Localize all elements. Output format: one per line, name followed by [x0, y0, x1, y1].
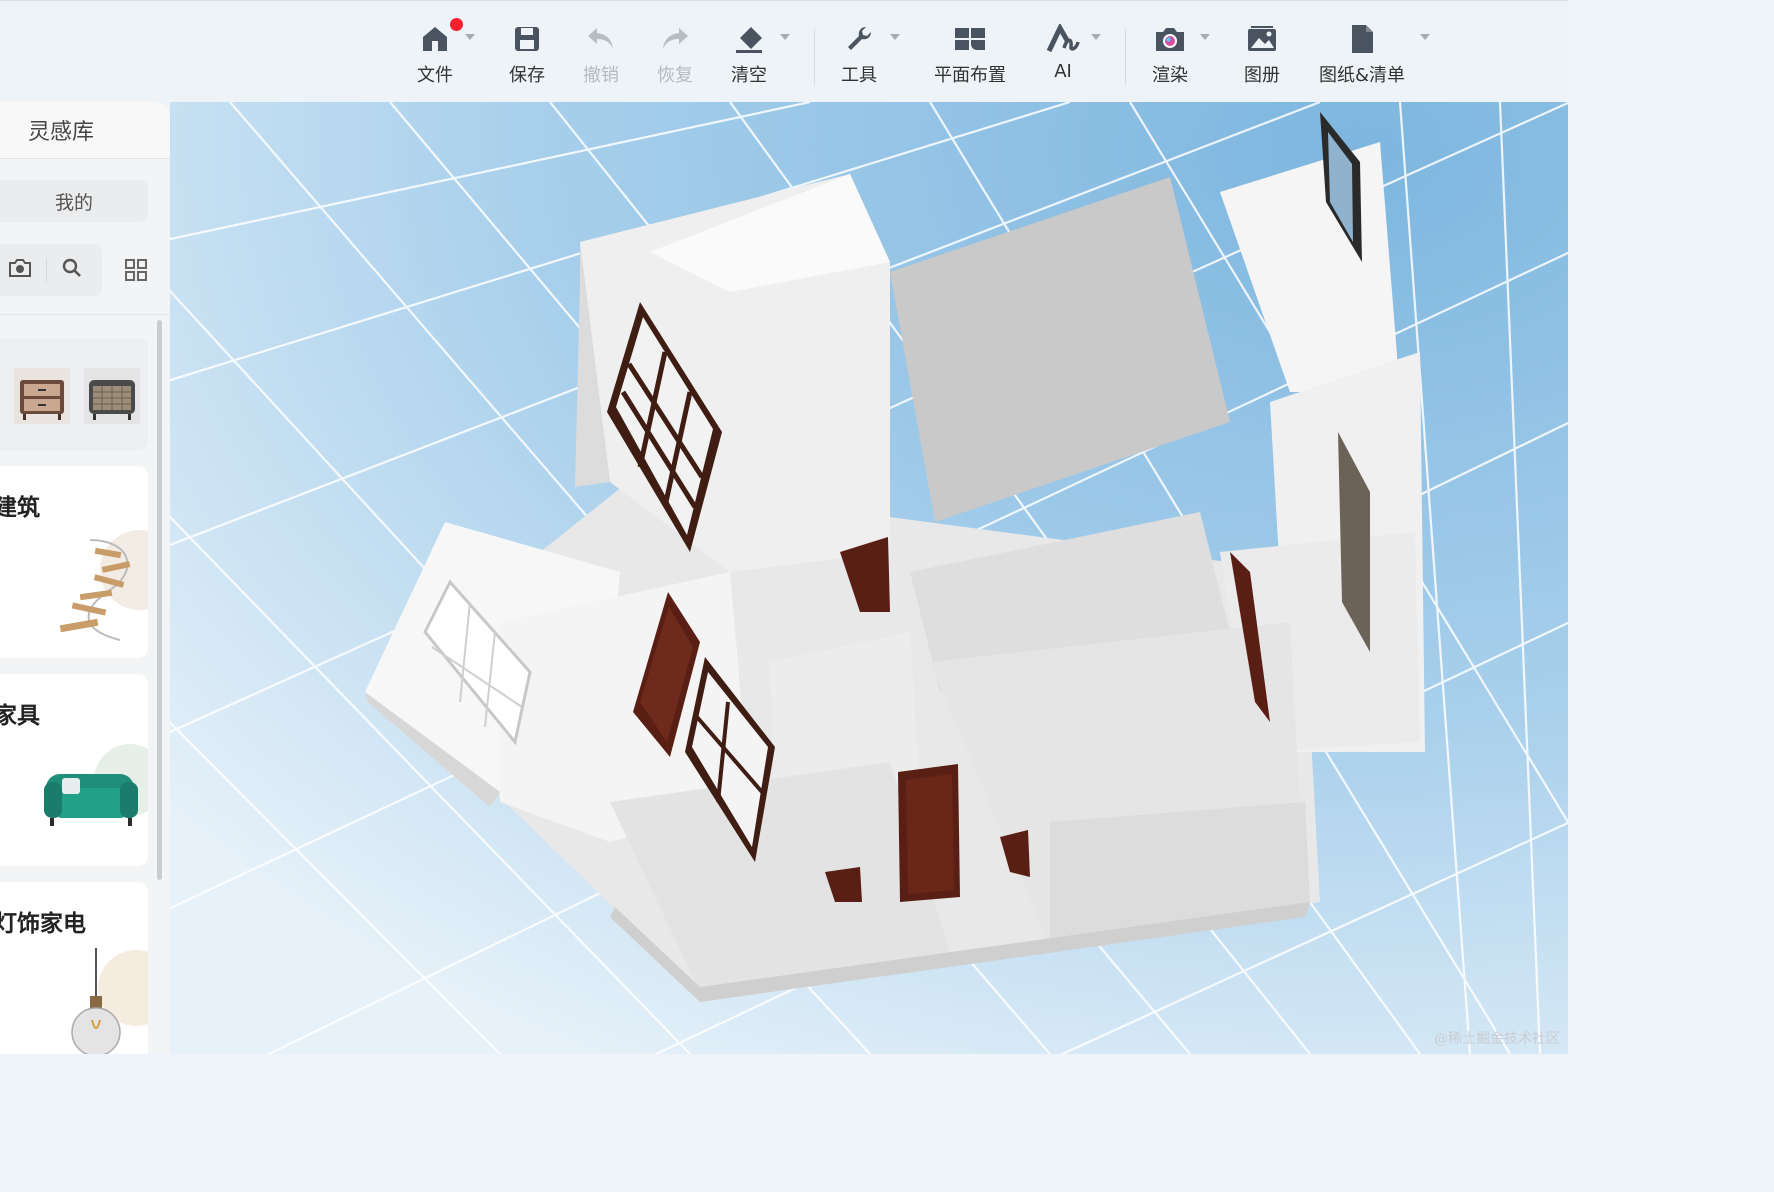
grid-view-icon[interactable]: [124, 258, 148, 286]
toolbar-album-button[interactable]: 图册: [1239, 21, 1285, 91]
watermark: @稀土掘金技术社区: [1434, 1031, 1560, 1047]
album-icon: [1244, 21, 1280, 57]
toolbar-file-button[interactable]: 文件: [412, 18, 463, 91]
category-title: 建筑: [0, 495, 40, 521]
toolbar-render-button[interactable]: 渲染: [1147, 21, 1193, 91]
green-armchair-image: [40, 744, 148, 848]
top-toolbar: 文件 保存 撤销 恢复 清空 工具 平面布置 AI 渲染 图册 图纸&清单: [0, 0, 1568, 102]
ai-dropdown-caret[interactable]: [1091, 34, 1101, 40]
camera-search-icon[interactable]: [8, 257, 32, 283]
notification-badge: [450, 18, 463, 31]
category-card-lighting-appliances[interactable]: 灯饰家电: [0, 882, 148, 1054]
nightstand-brown-thumb[interactable]: [14, 368, 70, 424]
wrench-icon: [841, 21, 877, 57]
3d-viewport[interactable]: @稀土掘金技术社区: [0, 100, 1571, 1144]
divider: [0, 314, 170, 315]
inspiration-panel: 灵感库 我的 建筑 家具 灯饰家电: [0, 102, 170, 1054]
door-center[interactable]: [898, 764, 960, 902]
file-dropdown-caret[interactable]: [465, 34, 475, 40]
toolbar-redo-button[interactable]: 恢复: [652, 21, 698, 91]
toolbar-floor-plan-button[interactable]: 平面布置: [928, 21, 1012, 91]
toolbar-drawings-list-button[interactable]: 图纸&清单: [1314, 21, 1410, 91]
toolbar-separator: [814, 29, 815, 85]
home-file-icon: [417, 18, 463, 57]
toolbar-separator: [1125, 29, 1126, 85]
category-title: 灯饰家电: [0, 911, 86, 937]
floor-plan-icon: [952, 21, 988, 57]
category-title: 家具: [0, 703, 40, 729]
toolbar-save-button[interactable]: 保存: [504, 21, 550, 91]
toolbar-ai-button[interactable]: AI: [1040, 21, 1086, 91]
render-dropdown-caret[interactable]: [1200, 34, 1210, 40]
tools-dropdown-caret[interactable]: [890, 34, 900, 40]
redo-icon: [657, 21, 693, 57]
toolbar-undo-button[interactable]: 撤销: [578, 21, 624, 91]
nightstand-rattan-thumb[interactable]: [84, 368, 140, 424]
mine-button[interactable]: 我的: [0, 180, 148, 222]
panel-title: 灵感库: [0, 102, 170, 159]
save-icon: [509, 21, 545, 57]
document-icon: [1344, 21, 1380, 57]
category-card-architecture[interactable]: 建筑: [0, 466, 148, 658]
clear-dropdown-caret[interactable]: [780, 34, 790, 40]
spiral-staircase-image: [50, 530, 148, 654]
pendant-bulb-lamp-image: [56, 948, 148, 1054]
camera-render-icon: [1152, 21, 1188, 57]
toolbar-tools-button[interactable]: 工具: [836, 21, 882, 91]
search-tools: [0, 244, 102, 296]
ai-icon: [1045, 21, 1081, 57]
recent-items-card: [0, 338, 148, 450]
undo-icon: [583, 21, 619, 57]
house-3d-scene[interactable]: [0, 100, 1571, 1144]
drawings-dropdown-caret[interactable]: [1420, 34, 1430, 40]
search-icon[interactable]: [61, 257, 83, 283]
panel-scrollbar[interactable]: [157, 320, 162, 880]
category-card-furniture[interactable]: 家具: [0, 674, 148, 866]
eraser-icon: [731, 21, 767, 57]
toolbar-clear-button[interactable]: 清空: [726, 21, 772, 91]
divider: [46, 258, 47, 282]
